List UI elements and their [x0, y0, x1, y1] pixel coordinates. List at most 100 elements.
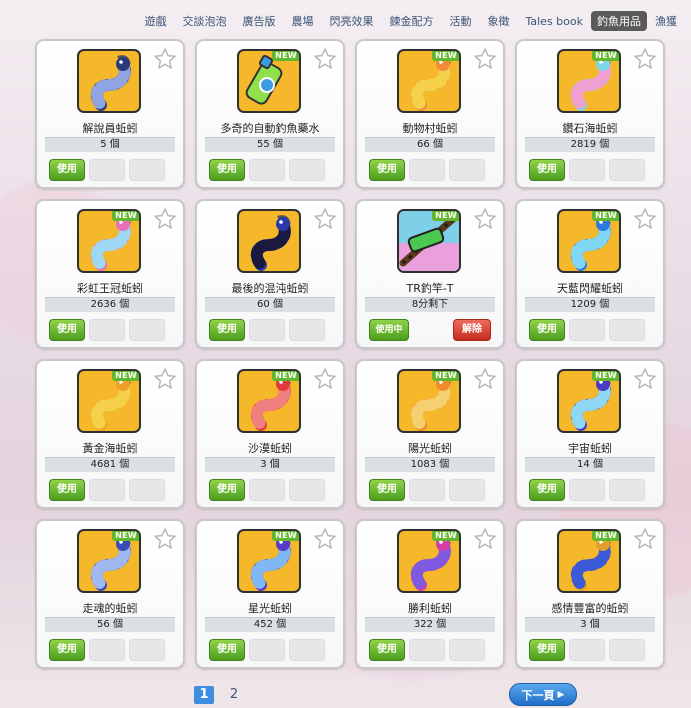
item-quantity: 4681 個 [45, 457, 175, 472]
favorite-star-icon[interactable] [153, 527, 177, 551]
nav-tab[interactable]: 農場 [283, 11, 321, 31]
use-button[interactable]: 使用 [369, 479, 405, 501]
favorite-star-icon[interactable] [633, 527, 657, 551]
remove-button[interactable]: 解除 [453, 319, 491, 341]
favorite-star-icon[interactable] [633, 367, 657, 391]
use-button[interactable]: 使用 [209, 479, 245, 501]
nav-tab[interactable]: Tales book [517, 13, 591, 30]
empty-slot [89, 319, 125, 341]
favorite-star-icon[interactable] [153, 207, 177, 231]
item-quantity: 8分剩下 [365, 297, 495, 312]
worm-icon: NEW [77, 209, 141, 273]
use-button[interactable]: 使用 [529, 479, 565, 501]
nav-tab[interactable]: 活動 [441, 11, 479, 31]
use-button[interactable]: 使用 [209, 639, 245, 661]
empty-slot [609, 159, 645, 181]
use-button[interactable]: 使用 [529, 319, 565, 341]
use-button[interactable]: 使用 [49, 479, 85, 501]
new-badge: NEW [592, 51, 619, 61]
action-row: 使用 [529, 639, 645, 661]
nav-tab[interactable]: 遊戲 [136, 11, 174, 31]
empty-slot [609, 319, 645, 341]
favorite-star-icon[interactable] [473, 527, 497, 551]
use-button[interactable]: 使用 [529, 159, 565, 181]
action-row: 使用 [209, 479, 325, 501]
worm-icon: NEW [237, 369, 301, 433]
item-quantity: 5 個 [45, 137, 175, 152]
use-button[interactable]: 使用 [209, 319, 245, 341]
action-row: 使用 [49, 319, 165, 341]
empty-slot [569, 319, 605, 341]
next-page-button[interactable]: 下一頁 ▶ [509, 683, 577, 706]
item-card: NEW 天藍閃耀蚯蚓 1209 個使用 [515, 199, 665, 349]
empty-slot [289, 479, 325, 501]
item-name: 天藍閃耀蚯蚓 [557, 282, 623, 295]
favorite-star-icon[interactable] [313, 47, 337, 71]
use-button[interactable]: 使用 [369, 159, 405, 181]
item-grid: 解說員蚯蚓 5 個使用 NEW 多奇的自動釣魚藥水 55 個使用 NEW 動物村蚯蚓 66… [35, 39, 666, 669]
action-row: 使用 [529, 319, 645, 341]
empty-slot [449, 159, 485, 181]
new-badge: NEW [112, 211, 139, 221]
use-button[interactable]: 使用 [49, 159, 85, 181]
action-row: 使用 [49, 479, 165, 501]
worm-icon: NEW [77, 529, 141, 593]
item-name: 宇宙蚯蚓 [568, 442, 612, 455]
item-card: 最後的混沌蚯蚓 60 個使用 [195, 199, 345, 349]
item-card: NEW 黃金海蚯蚓 4681 個使用 [35, 359, 185, 509]
page-number[interactable]: 2 [224, 686, 244, 704]
favorite-star-icon[interactable] [313, 367, 337, 391]
use-button[interactable]: 使用 [49, 319, 85, 341]
new-badge: NEW [592, 371, 619, 381]
favorite-star-icon[interactable] [153, 47, 177, 71]
next-page-label: 下一頁 [521, 688, 555, 702]
new-badge: NEW [432, 371, 459, 381]
favorite-star-icon[interactable] [633, 207, 657, 231]
worm-icon: NEW [557, 209, 621, 273]
nav-tab[interactable]: 交談泡泡 [174, 11, 234, 31]
empty-slot [409, 159, 445, 181]
favorite-star-icon[interactable] [473, 367, 497, 391]
worm-icon: NEW [237, 529, 301, 593]
item-quantity: 1083 個 [365, 457, 495, 472]
item-quantity: 14 個 [525, 457, 655, 472]
fishing-rod-icon: NEW [397, 209, 461, 273]
nav-tab[interactable]: 釣魚用品 [591, 11, 647, 31]
action-row: 使用 [209, 639, 325, 661]
top-nav: 遊戲 交談泡泡 廣告版 農場 閃亮效果 鍊金配方 活動 象徵 Tales book 釣魚用品 漁獲 [136, 11, 685, 31]
page-number[interactable]: 1 [194, 686, 214, 704]
worm-icon [77, 49, 141, 113]
worm-icon [237, 209, 301, 273]
empty-slot [129, 159, 165, 181]
item-card: NEW 彩虹王冠蚯蚓 2636 個使用 [35, 199, 185, 349]
empty-slot [409, 479, 445, 501]
nav-tab[interactable]: 鍊金配方 [381, 11, 441, 31]
favorite-star-icon[interactable] [633, 47, 657, 71]
new-badge: NEW [592, 531, 619, 541]
nav-tab[interactable]: 象徵 [479, 11, 517, 31]
item-name: 陽光蚯蚓 [408, 442, 452, 455]
use-button[interactable]: 使用 [369, 639, 405, 661]
item-quantity: 3 個 [525, 617, 655, 632]
in-use-button[interactable]: 使用中 [369, 319, 409, 341]
use-button[interactable]: 使用 [529, 639, 565, 661]
action-row: 使用 [49, 159, 165, 181]
nav-tab[interactable]: 閃亮效果 [321, 11, 381, 31]
item-name: 動物村蚯蚓 [402, 122, 458, 135]
item-quantity: 2636 個 [45, 297, 175, 312]
favorite-star-icon[interactable] [313, 207, 337, 231]
empty-slot [129, 639, 165, 661]
empty-slot [569, 159, 605, 181]
nav-tab[interactable]: 廣告版 [234, 11, 283, 31]
use-button[interactable]: 使用 [209, 159, 245, 181]
favorite-star-icon[interactable] [473, 207, 497, 231]
new-badge: NEW [112, 371, 139, 381]
item-card: NEW 沙漠蚯蚓 3 個使用 [195, 359, 345, 509]
nav-tab[interactable]: 漁獲 [647, 11, 685, 31]
favorite-star-icon[interactable] [473, 47, 497, 71]
favorite-star-icon[interactable] [313, 527, 337, 551]
favorite-star-icon[interactable] [153, 367, 177, 391]
item-quantity: 322 個 [365, 617, 495, 632]
potion-icon: NEW [237, 49, 301, 113]
use-button[interactable]: 使用 [49, 639, 85, 661]
